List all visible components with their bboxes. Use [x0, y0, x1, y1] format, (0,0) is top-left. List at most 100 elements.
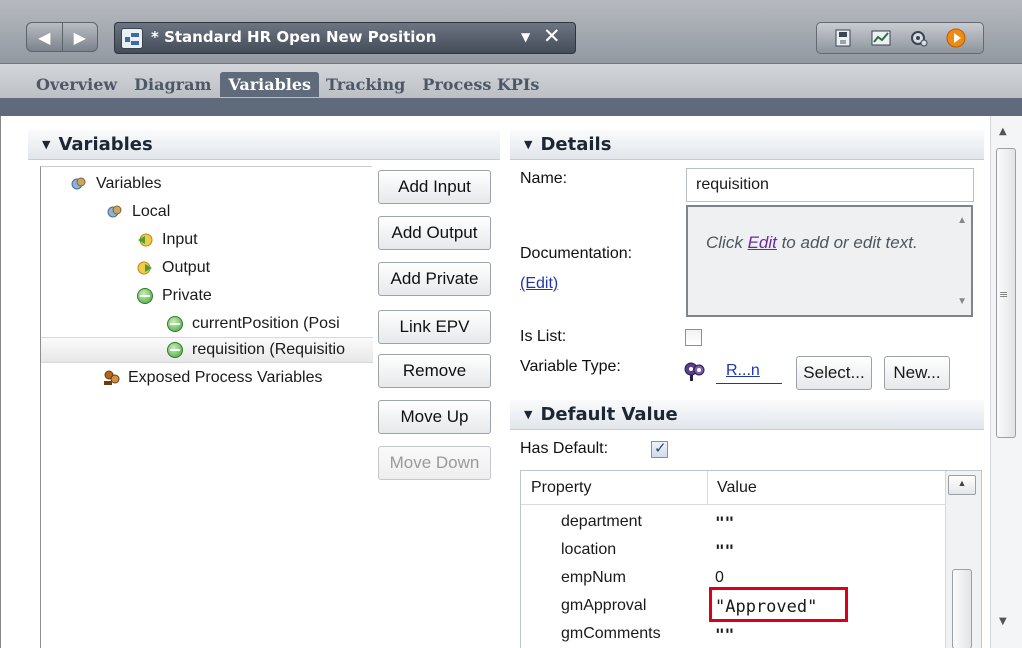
documentation-edit-link[interactable]: (Edit) — [520, 275, 558, 293]
tab-process-kpis[interactable]: Process KPIs — [420, 75, 541, 97]
editor-toolbar — [816, 22, 984, 54]
tab-tracking[interactable]: Tracking — [324, 75, 407, 97]
variables-section-title: Variables — [58, 134, 153, 155]
tab-variables[interactable]: Variables — [220, 72, 320, 97]
input-arrow-icon — [137, 232, 153, 248]
scroll-up-icon[interactable]: ▲ — [999, 126, 1007, 137]
local-folder-icon — [107, 204, 123, 220]
process-designer-window: ◀ ▶ * Standard HR Open New Position ▼ ✕ — [0, 0, 1022, 648]
tree-item-label: Output — [162, 259, 211, 276]
documentation-box[interactable]: Click Edit to add or edit text. ▲ ▼ — [686, 205, 973, 317]
table-row[interactable]: location "" — [521, 537, 945, 565]
tree-item-output[interactable]: Output — [137, 255, 210, 281]
scroll-down-icon[interactable]: ▼ — [999, 616, 1007, 627]
tree-item-local[interactable]: Local — [107, 199, 170, 225]
default-value-section-title: Default Value — [540, 404, 678, 425]
process-selector[interactable]: * Standard HR Open New Position ▼ ✕ — [114, 22, 576, 54]
history-nav: ◀ ▶ — [26, 22, 98, 52]
value-cell[interactable]: 0 — [715, 569, 724, 587]
tree-item-variables[interactable]: Variables — [71, 171, 162, 197]
add-input-button[interactable]: Add Input — [378, 170, 491, 204]
tree-item-label: Local — [132, 203, 171, 220]
variable-type-underline — [716, 383, 782, 384]
tree-item-label: Variables — [96, 175, 162, 192]
property-cell: gmApproval — [561, 597, 647, 614]
forward-arrow-icon[interactable]: ▶ — [61, 23, 98, 51]
chart-icon[interactable] — [870, 28, 892, 48]
doc-text-suffix: to add or edit text. — [776, 233, 918, 252]
link-epv-button[interactable]: Link EPV — [378, 310, 491, 344]
add-private-button[interactable]: Add Private — [378, 262, 491, 296]
business-object-icon — [684, 361, 706, 387]
table-scrollbar[interactable]: ▲ — [945, 471, 981, 648]
property-cell: gmComments — [561, 625, 661, 642]
tree-item-label: Input — [162, 231, 198, 248]
column-header-value[interactable]: Value — [717, 479, 757, 497]
tab-diagram[interactable]: Diagram — [132, 75, 213, 97]
scroll-up-icon[interactable]: ▲ — [957, 209, 967, 232]
variables-folder-icon — [71, 176, 87, 192]
gear-icon[interactable] — [908, 28, 930, 48]
value-cell[interactable]: "" — [715, 625, 734, 644]
name-field[interactable]: requisition — [686, 168, 974, 202]
chevron-down-icon[interactable]: ▼ — [521, 30, 530, 44]
variable-type-link[interactable]: R...n — [726, 362, 760, 380]
variables-tree[interactable]: Variables Local Input Output Private cur… — [40, 166, 373, 648]
name-label: Name: — [520, 170, 568, 187]
editor-title-bar: ◀ ▶ * Standard HR Open New Position ▼ ✕ — [0, 0, 1022, 64]
close-icon[interactable]: ✕ — [543, 24, 561, 48]
page-scrollbar[interactable]: ▲ ≡ ▼ — [990, 116, 1022, 648]
private-variable-icon — [167, 342, 183, 358]
doc-edit-link[interactable]: Edit — [748, 233, 777, 252]
has-default-checkbox[interactable] — [651, 439, 668, 458]
remove-button[interactable]: Remove — [378, 354, 491, 388]
has-default-label: Has Default: — [520, 440, 609, 457]
tab-overview[interactable]: Overview — [34, 75, 119, 97]
column-header-property[interactable]: Property — [531, 479, 591, 497]
tab-underline — [0, 98, 1022, 116]
table-scroll-thumb[interactable] — [952, 569, 972, 648]
tree-item-requisition[interactable]: requisition (Requisitio — [41, 337, 373, 363]
tree-item-exposed-process-variables[interactable]: Exposed Process Variables — [103, 365, 322, 391]
property-cell: empNum — [561, 569, 626, 586]
tree-item-label: requisition (Requisitio — [192, 341, 345, 358]
table-row[interactable]: department "" — [521, 509, 945, 537]
process-title: * Standard HR Open New Position — [151, 28, 437, 46]
column-divider — [707, 471, 708, 505]
new-type-button[interactable]: New... — [884, 356, 950, 390]
tree-item-current-position[interactable]: currentPosition (Posi — [167, 311, 373, 337]
property-cell: location — [561, 541, 617, 558]
details-section-title: Details — [540, 134, 612, 155]
tree-item-label: currentPosition (Posi — [192, 315, 340, 332]
private-variable-icon — [167, 316, 183, 332]
is-list-label: Is List: — [520, 328, 567, 345]
run-icon[interactable] — [945, 28, 967, 48]
value-cell[interactable]: "" — [715, 541, 734, 560]
table-row[interactable]: gmComments "" — [521, 621, 945, 648]
default-value-section-header[interactable]: ▼ Default Value — [510, 400, 984, 430]
value-cell[interactable]: "" — [715, 513, 734, 532]
move-down-button: Move Down — [378, 446, 491, 480]
variables-section-header[interactable]: ▼ Variables — [28, 130, 500, 160]
doc-text-prefix: Click — [706, 233, 748, 252]
collapse-triangle-icon: ▼ — [524, 138, 533, 151]
move-up-button[interactable]: Move Up — [378, 400, 491, 434]
details-section-header[interactable]: ▼ Details — [510, 130, 984, 160]
save-icon[interactable] — [833, 28, 855, 48]
back-arrow-icon[interactable]: ◀ — [27, 23, 62, 51]
collapse-triangle-icon: ▼ — [524, 408, 533, 421]
scroll-up-icon[interactable]: ▲ — [948, 475, 976, 495]
grip-icon: ≡ — [999, 288, 1009, 301]
tab-list: Overview Diagram Variables Tracking Proc… — [34, 72, 554, 97]
select-type-button[interactable]: Select... — [796, 356, 872, 390]
tree-item-private[interactable]: Private — [137, 283, 212, 309]
add-output-button[interactable]: Add Output — [378, 216, 491, 250]
is-list-checkbox[interactable] — [685, 329, 702, 346]
exposed-variables-icon — [103, 370, 120, 386]
private-variable-icon — [137, 288, 153, 304]
tree-item-input[interactable]: Input — [137, 227, 198, 253]
variable-type-label: Variable Type: — [520, 358, 621, 375]
scroll-down-icon[interactable]: ▼ — [957, 290, 967, 313]
output-arrow-icon — [137, 260, 153, 276]
property-cell: department — [561, 513, 642, 530]
